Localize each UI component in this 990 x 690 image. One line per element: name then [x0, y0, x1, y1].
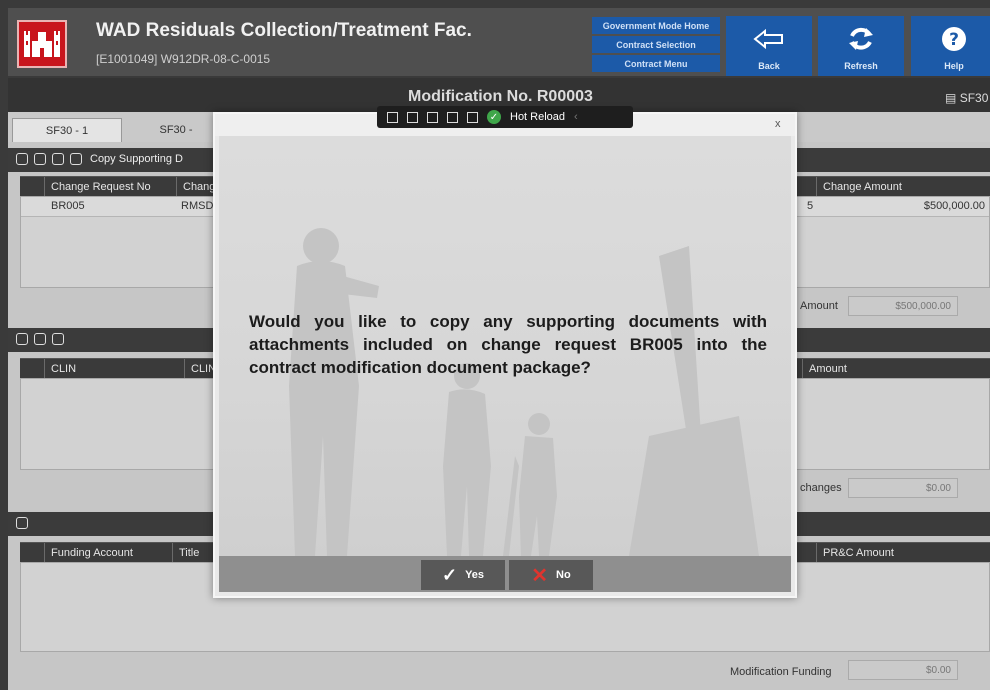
copy-supporting-docs-button[interactable]: Copy Supporting D [90, 153, 183, 165]
dialog-body: Would you like to copy any supporting do… [219, 136, 791, 556]
collapse-chevron-icon[interactable]: ‹ [574, 111, 578, 123]
edit-icon[interactable] [52, 153, 64, 165]
column-prc-amount[interactable]: PR&C Amount [816, 543, 990, 563]
changes-field: $0.00 [848, 478, 958, 498]
remove-icon[interactable] [34, 153, 46, 165]
column-amount[interactable]: Amount [802, 359, 990, 379]
help-button[interactable]: ? Help [911, 16, 990, 76]
edit-icon[interactable] [52, 333, 64, 345]
yes-label: Yes [465, 569, 485, 581]
column-funding-account[interactable]: Funding Account [44, 543, 172, 563]
display-adorners-icon[interactable] [407, 111, 418, 123]
svg-text:?: ? [949, 30, 959, 50]
layout-adorners-icon[interactable] [447, 111, 458, 123]
amount-field: $500,000.00 [848, 296, 958, 316]
refresh-label: Refresh [844, 61, 878, 71]
contract-selection-link[interactable]: Contract Selection [592, 36, 720, 53]
change-request-no-cell: BR005 [51, 200, 85, 212]
tab-sf30-1[interactable]: SF30 - 1 [12, 118, 122, 142]
back-label: Back [758, 61, 780, 71]
back-button[interactable]: Back [726, 16, 812, 76]
column-change-amount[interactable]: Change Amount [816, 177, 990, 197]
app-window: WAD Residuals Collection/Treatment Fac. … [0, 0, 990, 690]
edit-icon[interactable] [16, 517, 28, 529]
remove-icon[interactable] [34, 333, 46, 345]
yes-button[interactable]: ✓ Yes [421, 560, 505, 590]
hot-reload-status-icon: ✓ [487, 110, 501, 124]
copy-documents-dialog: x Would you like to copy any supporting … [213, 112, 797, 598]
modification-funding-field: $0.00 [848, 660, 958, 680]
binding-failures-icon[interactable] [467, 111, 478, 123]
track-focus-icon[interactable] [427, 111, 438, 123]
checkmark-icon: ✓ [441, 564, 458, 585]
column-change-request-no[interactable]: Change Request No [44, 177, 176, 197]
modification-title: Modification No. R00003 [408, 88, 593, 105]
modification-funding-label: Modification Funding [730, 666, 832, 678]
help-question-icon: ? [940, 16, 968, 61]
refresh-icon [846, 16, 876, 61]
contract-title: WAD Residuals Collection/Treatment Fac. [96, 20, 472, 41]
amount-label: Amount [800, 300, 838, 312]
dialog-close-button[interactable]: x [775, 118, 781, 130]
add-icon[interactable] [16, 333, 28, 345]
column-clin[interactable]: CLIN [44, 359, 184, 379]
x-close-icon: ✕ [531, 564, 549, 587]
document-icon: ▤ [945, 91, 957, 105]
tab-sf30-2[interactable]: SF30 - [126, 118, 226, 142]
app-header: WAD Residuals Collection/Treatment Fac. … [8, 8, 990, 76]
changes-label: changes [800, 482, 842, 494]
select-element-icon[interactable] [387, 111, 398, 123]
help-label: Help [944, 61, 964, 71]
back-arrow-icon [752, 16, 786, 61]
dialog-question-text: Would you like to copy any supporting do… [249, 312, 767, 377]
xaml-debug-toolbar: ✓ Hot Reload ‹ [377, 106, 633, 128]
partial-cell: 5 [807, 200, 814, 212]
contract-number: [E1001049] W912DR-08-C-0015 [96, 52, 271, 66]
sf30-label: SF30 [959, 91, 989, 105]
usace-castle-logo [17, 20, 67, 68]
copy-docs-icon[interactable] [70, 153, 82, 165]
sf30-form-link[interactable]: ▤ SF30 [945, 91, 988, 105]
no-button[interactable]: ✕ No [509, 560, 593, 590]
contract-menu-link[interactable]: Contract Menu [592, 55, 720, 72]
add-icon[interactable] [16, 153, 28, 165]
no-label: No [556, 569, 571, 581]
hot-reload-label[interactable]: Hot Reload [510, 111, 565, 123]
dialog-button-bar: ✓ Yes ✕ No [219, 556, 791, 592]
refresh-button[interactable]: Refresh [818, 16, 904, 76]
change-amount-cell: $500,000.00 [923, 200, 985, 212]
change-cell: RMSD [181, 200, 214, 212]
government-mode-home-link[interactable]: Government Mode Home [592, 17, 720, 34]
